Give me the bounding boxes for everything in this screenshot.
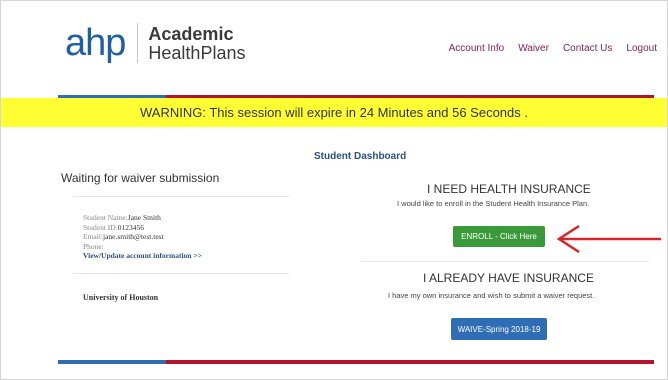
session-warning-text: WARNING: This session will expire in 24 … xyxy=(139,105,528,120)
email-row: Email:jane.smith@test.test xyxy=(83,232,202,242)
top-nav: Account Info Waiver Contact Us Logout xyxy=(449,43,657,54)
accent-blue-segment xyxy=(58,360,166,364)
phone-row: Phone: xyxy=(83,242,202,252)
email-label: Email: xyxy=(83,232,103,241)
page-title: Student Dashboard xyxy=(314,151,407,162)
student-name-value: Jane Smith xyxy=(127,213,161,222)
email-value: jane.smith@test.test xyxy=(103,232,164,241)
logo-wordmark: Academic HealthPlans xyxy=(148,25,245,62)
have-insurance-description: I have my own insurance and wish to subm… xyxy=(388,291,595,300)
student-id-row: Student ID:0123456 xyxy=(83,223,202,233)
nav-waiver[interactable]: Waiver xyxy=(518,43,549,54)
divider xyxy=(73,273,289,274)
divider xyxy=(73,196,289,197)
update-account-row: View/Update account information >> xyxy=(83,251,202,261)
logo-mark: ahp xyxy=(65,22,126,64)
accent-red-segment xyxy=(166,360,654,364)
logo-separator xyxy=(137,23,139,63)
ahp-logo[interactable]: ahp Academic HealthPlans xyxy=(65,21,245,65)
nav-account-info[interactable]: Account Info xyxy=(449,43,505,54)
student-id-label: Student ID: xyxy=(83,222,118,232)
enroll-button[interactable]: ENROLL - Click Here xyxy=(453,226,545,247)
waiver-status: Waiting for waiver submission xyxy=(61,171,220,185)
have-insurance-heading: I ALREADY HAVE INSURANCE xyxy=(423,271,594,285)
student-info: Student Name:Jane Smith Student ID:01234… xyxy=(83,213,202,261)
university-name: University of Houston xyxy=(83,293,159,302)
session-warning-banner: WARNING: This session will expire in 24 … xyxy=(1,98,667,127)
phone-label: Phone: xyxy=(83,241,104,251)
need-insurance-heading: I NEED HEALTH INSURANCE xyxy=(427,182,591,196)
waive-button[interactable]: WAIVE-Spring 2018-19 xyxy=(451,318,547,340)
logo-line2: HealthPlans xyxy=(148,42,246,63)
student-name-label: Student Name: xyxy=(83,213,128,222)
divider xyxy=(361,261,649,262)
logo-line1: Academic xyxy=(148,23,234,44)
nav-logout[interactable]: Logout xyxy=(626,43,657,54)
nav-contact-us[interactable]: Contact Us xyxy=(563,43,612,54)
page-frame: ahp Academic HealthPlans Account Info Wa… xyxy=(0,0,668,380)
update-account-link[interactable]: View/Update account information >> xyxy=(83,251,202,260)
red-arrow-annotation xyxy=(556,224,661,253)
footer-accent-bar xyxy=(58,360,654,364)
student-id-value: 0123456 xyxy=(117,222,145,232)
need-insurance-description: I would like to enroll in the Student He… xyxy=(397,199,590,208)
student-name-row: Student Name:Jane Smith xyxy=(83,213,202,223)
